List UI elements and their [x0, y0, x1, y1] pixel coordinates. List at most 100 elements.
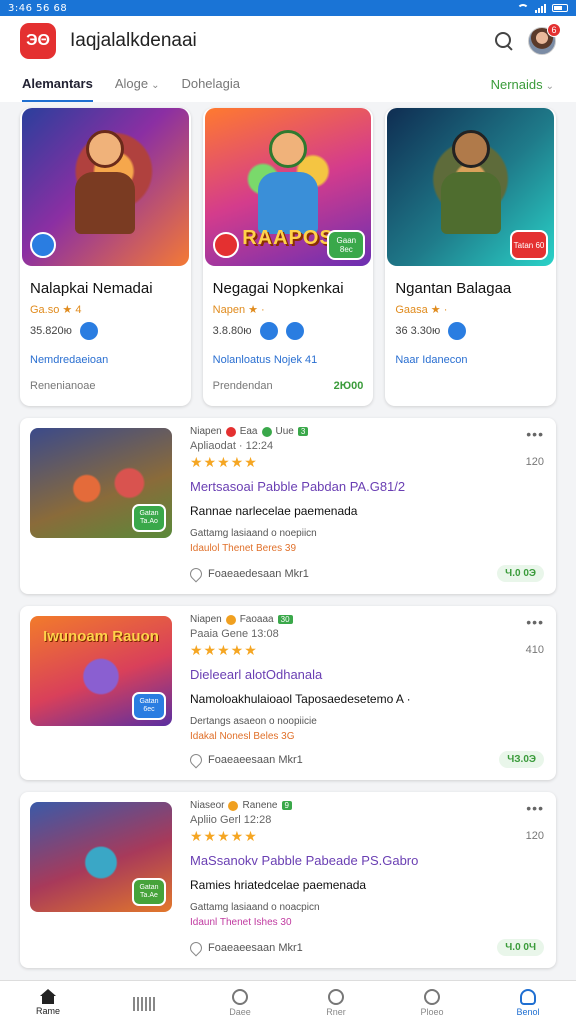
barcode-icon [133, 995, 155, 1011]
tab-dohelagia[interactable]: Dohelagia [181, 66, 240, 102]
likes-text: Foaeaeesaan Mkr1 [208, 941, 303, 954]
tab-label: Alemantars [22, 76, 93, 91]
tab-bar: Alemantars Aloge ⌄ Dohelagia Nernaids ⌄ [0, 66, 576, 102]
avatar[interactable]: 6 [528, 23, 561, 55]
card-stats: 35.820ю [30, 325, 72, 337]
card-rating: Gaasa ★ · [395, 304, 448, 316]
more-options-icon[interactable]: ••• [526, 800, 544, 816]
likes-text: Foaeaedesaan Mkr1 [208, 567, 309, 580]
game-artwork [22, 108, 189, 266]
rating-stars: ★★★★★ [190, 828, 258, 844]
list-item[interactable]: Gatan Ta.Ao Niapen Eaa Uue 3 Apliaodat · 12… [20, 418, 556, 594]
filter-dropdown[interactable]: Nernaids ⌄ [491, 77, 554, 92]
item-description: Gattamg lasiaand o noepiicn [190, 528, 317, 539]
search-icon[interactable] [494, 31, 514, 51]
featured-row: Nalapkai Nemadai Ga.so ★ 4 35.820ю Nemdr… [20, 108, 557, 406]
notification-badge: 6 [547, 23, 561, 37]
nav-label: Rame [35, 1006, 60, 1016]
heart-badge-icon [212, 232, 239, 258]
app-badge-icon [30, 232, 56, 258]
hero-figure [253, 130, 323, 240]
nav-search[interactable]: Rner [306, 988, 366, 1017]
share-icon[interactable] [285, 322, 304, 340]
item-title[interactable]: Mertsasoai Pabble Pabdan PA.G81/2 [190, 479, 544, 494]
status-time: 3:46 56 68 [8, 2, 68, 14]
app-logo[interactable]: ЭΘ [20, 23, 56, 59]
item-date: Apliaodat · 12:24 [190, 440, 274, 452]
tab-aloge[interactable]: Aloge ⌄ [115, 66, 160, 102]
chevron-down-icon: ⌄ [545, 80, 554, 92]
nav-daee[interactable]: Daee [210, 988, 270, 1017]
game-artwork: Gatan Ta.Ao [30, 428, 172, 538]
list-item[interactable]: Iwunoam Rauon Gatan 6ec Niapen Faoaaa 30 P… [20, 606, 556, 780]
item-title[interactable]: Dieleearl alotOdhanala [190, 667, 544, 682]
item-count: 120 [525, 830, 544, 842]
card-link[interactable]: Nemdredaeioan [30, 354, 181, 366]
item-count: 410 [525, 644, 544, 656]
status-dot-icon [261, 426, 272, 437]
meta-label: Niaseor [190, 800, 225, 811]
share-icon[interactable] [448, 322, 467, 340]
item-description: Gattamg lasiaand o noacpicn [190, 902, 320, 913]
edit-icon[interactable] [259, 322, 278, 340]
heart-icon[interactable] [187, 939, 205, 956]
price-badge[interactable]: Ч.0 0Э [497, 565, 544, 582]
status-dot-icon [225, 426, 236, 437]
card-footer-text: Prendendan [212, 380, 273, 392]
share-icon[interactable] [79, 322, 98, 340]
heart-icon[interactable] [187, 751, 205, 768]
price-badge[interactable]: ЧЗ.0Э [499, 751, 544, 768]
card-rating: Napen ★ · [212, 304, 265, 316]
card-footer-text: Renenianoae [30, 380, 96, 392]
list-item[interactable]: Gatan Ta.Ae Niaseor Ranene 9 Apliio Gerl 1… [20, 792, 556, 968]
battery-icon [552, 4, 568, 12]
art-tag: Tatan 60 [510, 230, 549, 260]
featured-card[interactable]: RAAPOS Gaan 8ec Negagai Nopkenkai Napen … [202, 108, 374, 406]
meta-label: Faoaaa [239, 614, 274, 625]
hero-figure [436, 130, 506, 240]
art-tag: Gaan 8ec [327, 230, 366, 260]
filter-label: Nernaids [490, 76, 543, 92]
price-badge[interactable]: Ч.0 0Ч [497, 939, 544, 956]
game-artwork: Gatan Ta.Ae [30, 802, 172, 912]
card-link[interactable]: Naar Idanecon [395, 354, 546, 366]
item-description: Dertangs asaeon o noopiicie [190, 716, 317, 727]
nav-games[interactable]: Ploeo [402, 988, 462, 1017]
item-date: Paaia Gene 13:08 [190, 628, 279, 640]
nav-home[interactable]: Rame [18, 989, 78, 1016]
tab-alemantars[interactable]: Alemantars [22, 66, 93, 102]
card-price: 2Ю00 [333, 380, 364, 392]
item-subtitle: Ramies hriatedcelae paemenada [190, 878, 367, 892]
art-tag: Gatan Ta.Ao [132, 504, 166, 532]
meta-label: Uue [275, 426, 294, 437]
nav-profile[interactable]: Benol [498, 988, 558, 1017]
circle-icon [232, 988, 248, 1005]
rating-stars: ★★★★★ [190, 642, 258, 658]
tab-label: Aloge [114, 76, 149, 91]
card-title: Negagai Nopkenkai [212, 280, 344, 297]
meta-label: Niapen [190, 426, 222, 437]
app-title: Iaqjalalkdenaai [70, 30, 197, 51]
item-highlight: Idaunl Thenet Ishes 30 [190, 917, 292, 928]
art-tag: Gatan 6ec [132, 692, 166, 720]
chevron-down-icon: ⌄ [151, 80, 160, 91]
nav-label: Rner [326, 1006, 346, 1017]
card-stats: 36 3.30ю [395, 325, 441, 337]
home-icon [40, 989, 56, 996]
nav-label: Ploeo [420, 1006, 444, 1017]
nav-barcode[interactable] [114, 995, 174, 1011]
more-options-icon[interactable]: ••• [526, 614, 544, 630]
item-date: Apliio Gerl 12:28 [190, 814, 272, 826]
more-options-icon[interactable]: ••• [526, 426, 544, 442]
heart-icon[interactable] [187, 565, 205, 582]
card-link[interactable]: Nolanloatus Nojek 41 [213, 354, 364, 366]
app-header: ЭΘ Iaqjalalkdenaai 6 [0, 16, 576, 66]
featured-card[interactable]: Nalapkai Nemadai Ga.so ★ 4 35.820ю Nemdr… [20, 108, 191, 406]
bottom-nav: Rame Daee Rner Ploeo Benol [0, 980, 576, 1024]
item-title[interactable]: MaSsanokv Pabble Pabeade PS.Gabro [190, 853, 544, 868]
status-dot-icon [228, 800, 239, 811]
meta-pill: 9 [281, 801, 292, 810]
featured-card[interactable]: Tatan 60 Ngantan Balagaa Gaasa ★ · 36 3.… [385, 108, 557, 406]
signal-icon [535, 3, 546, 13]
game-logo-text: RAAPOS [242, 227, 334, 249]
